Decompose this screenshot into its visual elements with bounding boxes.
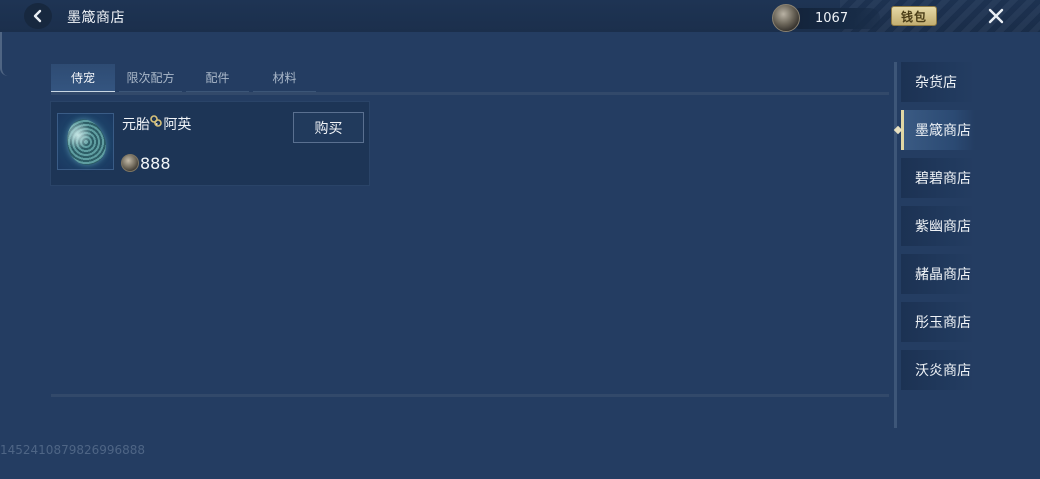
shop-item-card[interactable]: 元胎 · 阿英 888 购买 bbox=[50, 101, 370, 186]
item-image[interactable] bbox=[57, 113, 114, 170]
nav-label: 赭晶商店 bbox=[915, 267, 971, 283]
left-decoration bbox=[0, 32, 8, 76]
nav-zhejing-shop[interactable]: 赭晶商店 bbox=[901, 254, 975, 294]
nav-label: 墨箴商店 bbox=[915, 123, 971, 139]
coin-icon bbox=[121, 154, 139, 172]
nav-bibi-shop[interactable]: 碧碧商店 bbox=[901, 158, 975, 198]
player-id-text: 1452410879826996888 bbox=[0, 443, 146, 457]
page-title: 墨箴商店 bbox=[67, 10, 125, 26]
top-bar: 墨箴商店 1067 钱包 bbox=[0, 0, 1040, 32]
currency-display: 1067 bbox=[772, 4, 880, 32]
nav-label: 杂货店 bbox=[915, 75, 957, 91]
link-icon bbox=[150, 115, 162, 127]
nav-general-store[interactable]: 杂货店 bbox=[901, 62, 975, 102]
nav-tongyu-shop[interactable]: 彤玉商店 bbox=[901, 302, 975, 342]
back-button[interactable] bbox=[24, 3, 52, 29]
wallet-button[interactable]: 钱包 bbox=[891, 6, 937, 26]
close-icon bbox=[988, 8, 1004, 24]
nav-woyan-shop[interactable]: 沃炎商店 bbox=[901, 350, 975, 390]
chevron-left-icon bbox=[33, 9, 42, 23]
coin-icon bbox=[772, 4, 800, 32]
category-tabs: 侍宠 限次配方 配件 材料 bbox=[51, 64, 320, 95]
item-price: 888 bbox=[140, 154, 171, 173]
nav-label: 紫幽商店 bbox=[915, 219, 971, 235]
side-nav-rail bbox=[894, 62, 897, 428]
nav-label: 碧碧商店 bbox=[915, 171, 971, 187]
egg-icon bbox=[60, 113, 111, 170]
nav-ziyou-shop[interactable]: 紫幽商店 bbox=[901, 206, 975, 246]
tab-pet[interactable]: 侍宠 bbox=[51, 64, 115, 93]
nav-mozhen-shop[interactable]: 墨箴商店 bbox=[893, 110, 975, 150]
content-divider bbox=[51, 394, 889, 397]
tab-divider bbox=[51, 92, 889, 95]
buy-button[interactable]: 购买 bbox=[293, 112, 364, 143]
close-button[interactable] bbox=[984, 4, 1008, 28]
tab-accessories[interactable]: 配件 bbox=[186, 64, 249, 93]
nav-label: 彤玉商店 bbox=[915, 315, 971, 331]
currency-value: 1067 bbox=[815, 11, 849, 26]
shop-nav: 杂货店 墨箴商店 碧碧商店 紫幽商店 赭晶商店 彤玉商店 沃炎商店 bbox=[893, 62, 975, 398]
nav-label: 沃炎商店 bbox=[915, 363, 971, 379]
tab-limited-recipes[interactable]: 限次配方 bbox=[119, 64, 182, 93]
tab-materials[interactable]: 材料 bbox=[253, 64, 316, 93]
